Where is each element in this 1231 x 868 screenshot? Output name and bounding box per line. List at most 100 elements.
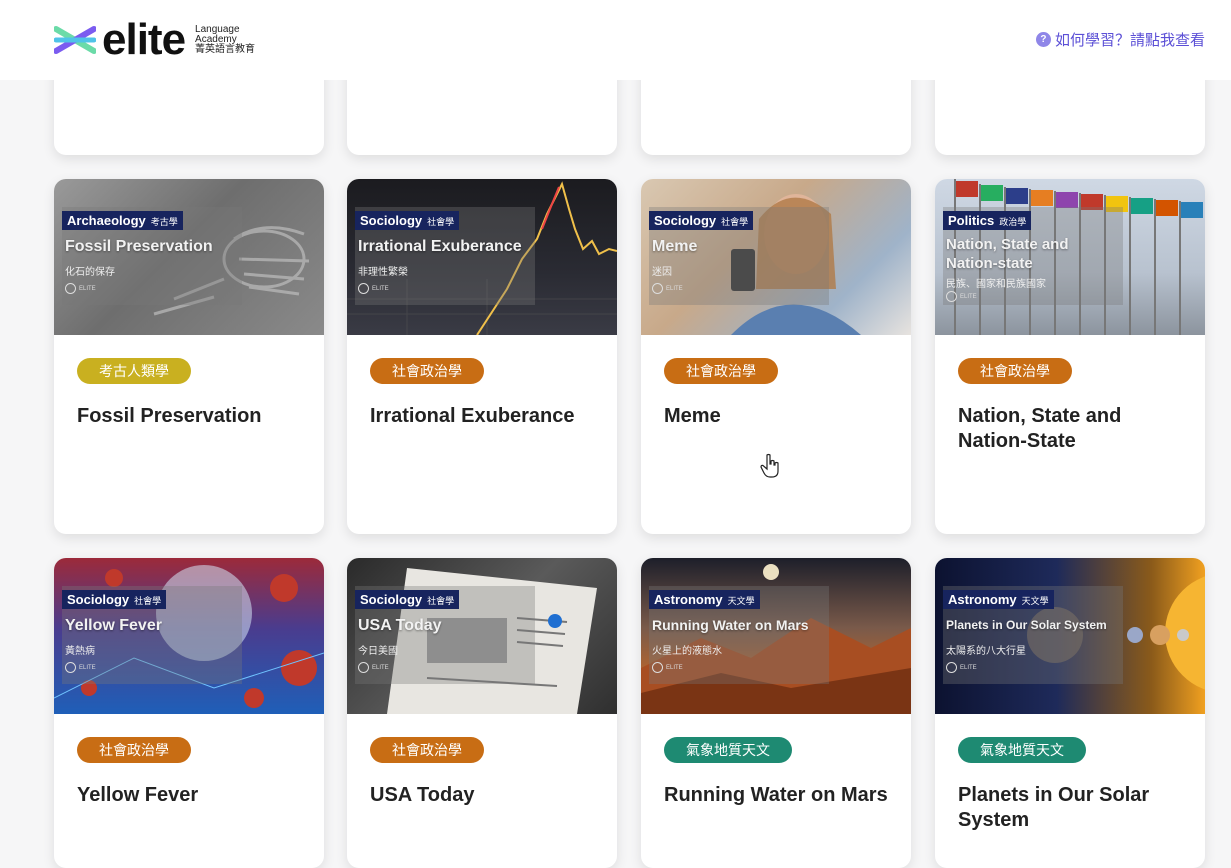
thumbnail-subtitle: 黃熱病 (65, 646, 95, 657)
thumbnail-title: Running Water on Mars (652, 617, 809, 633)
subject-tag-en: Sociology (67, 592, 130, 607)
subject-tag: Sociology 社會學 (355, 211, 460, 230)
subject-tag-en: Sociology (360, 592, 423, 607)
thumbnail-subtitle: 化石的保存 (65, 267, 115, 278)
brand-logo-icon (946, 291, 957, 302)
thumbnail-title: Meme (652, 238, 698, 255)
logo-subtitle: Language Academy 菁英語言教育 (195, 25, 255, 55)
help-link-text: 如何學習？請點我查看 (1054, 32, 1205, 49)
site-header: elite Language Academy 菁英語言教育 ? 如何學習？請點我… (0, 0, 1231, 80)
thumbnail-subtitle: 太陽系的八大行星 (946, 646, 1026, 657)
subject-tag: Sociology 社會學 (355, 590, 460, 609)
thumbnail-brand: ELITE (65, 283, 96, 294)
course-card-irrational-exuberance[interactable]: Sociology 社會學 Irrational Exuberance 非理性繁榮… (347, 179, 617, 534)
subject-tag: Politics 政治學 (943, 211, 1032, 230)
course-thumbnail: Sociology 社會學 Yellow Fever 黃熱病 ELITE (54, 558, 324, 714)
thumbnail-brand: ELITE (652, 662, 683, 673)
card-title[interactable]: Running Water on Mars (664, 783, 894, 808)
subject-tag-zh: 社會學 (721, 217, 749, 227)
subject-tag: Sociology 社會學 (62, 590, 167, 609)
category-pill: 社會政治學 (664, 358, 778, 384)
thumbnail-title: USA Today (358, 617, 442, 634)
thumbnail-brand: ELITE (946, 662, 977, 673)
thumbnail-title: Planets in Our Solar System (946, 618, 1107, 632)
course-card-yellow-fever[interactable]: Sociology 社會學 Yellow Fever 黃熱病 ELITE 社會政治… (54, 558, 324, 868)
card-title[interactable]: Yellow Fever (77, 783, 307, 808)
thumbnail-brand-text: ELITE (960, 664, 977, 671)
thumbnail-brand: ELITE (358, 662, 389, 673)
course-card-running-water-on-mars[interactable]: Astronomy 天文學 Running Water on Mars 火星上的液… (641, 558, 911, 868)
thumbnail-brand-text: ELITE (666, 664, 683, 671)
subject-tag-zh: 政治學 (999, 217, 1027, 227)
subject-tag: Archaeology 考古學 (62, 211, 183, 230)
thumbnail-brand-text: ELITE (372, 664, 389, 671)
thumbnail-brand: ELITE (652, 283, 683, 294)
course-thumbnail: Astronomy 天文學 Running Water on Mars 火星上的液… (641, 558, 911, 714)
thumbnail-brand-text: ELITE (79, 664, 96, 671)
subject-tag-en: Politics (948, 213, 995, 228)
category-pill: 考古人類學 (77, 358, 191, 384)
course-card-nation-state[interactable]: Politics 政治學 Nation, State and Nation-sta… (935, 179, 1205, 534)
thumbnail-title: Fossil Preservation (65, 238, 213, 255)
subject-tag-zh: 社會學 (427, 596, 455, 606)
course-thumbnail: Sociology 社會學 Meme 迷因 ELITE (641, 179, 911, 335)
subject-tag-zh: 考古學 (150, 217, 178, 227)
thumbnail-subtitle: 非理性繁榮 (358, 267, 408, 278)
thumbnail-subtitle: 民族、國家和民族國家 (946, 279, 1046, 290)
subject-tag-en: Archaeology (67, 213, 146, 228)
category-pill: 氣象地質天文 (664, 737, 792, 763)
course-card-planets-solar-system[interactable]: Astronomy 天文學 Planets in Our Solar System… (935, 558, 1205, 868)
thumbnail-subtitle: 今日美國 (358, 646, 398, 657)
subject-tag-en: Astronomy (948, 592, 1017, 607)
subject-tag-zh: 天文學 (1021, 596, 1049, 606)
logo-sub-line-3: 菁英語言教育 (195, 44, 256, 55)
brand-logo-icon (358, 662, 369, 673)
card-title[interactable]: Nation, State and Nation-State (958, 404, 1188, 454)
course-card-fossil-preservation[interactable]: Archaeology 考古學 Fossil Preservation 化石的保存… (54, 179, 324, 534)
question-bubble-icon: ? (1035, 32, 1051, 47)
thumbnail-title: Nation, State and Nation-state (946, 236, 1069, 272)
thumbnail-brand: ELITE (65, 662, 96, 673)
subject-tag-zh: 社會學 (134, 596, 162, 606)
card-title[interactable]: USA Today (370, 783, 600, 808)
category-pill: 社會政治學 (958, 358, 1072, 384)
thumbnail-title: Yellow Fever (65, 617, 162, 634)
subject-tag-en: Astronomy (654, 592, 723, 607)
thumbnail-brand-text: ELITE (666, 285, 683, 292)
thumbnail-brand-text: ELITE (960, 293, 977, 300)
category-pill: 社會政治學 (370, 737, 484, 763)
how-to-learn-link[interactable]: ? 如何學習？請點我查看 (1035, 29, 1205, 50)
subject-tag-zh: 天文學 (727, 596, 755, 606)
card-title[interactable]: Planets in Our Solar System (958, 783, 1188, 833)
thumbnail-subtitle: 火星上的液態水 (652, 646, 722, 657)
brand-logo-icon (65, 662, 76, 673)
thumbnail-brand: ELITE (358, 283, 389, 294)
category-pill: 氣象地質天文 (958, 737, 1086, 763)
thumbnail-subtitle: 迷因 (652, 267, 672, 278)
brand-logo-icon (358, 283, 369, 294)
subject-tag: Astronomy 天文學 (943, 590, 1054, 609)
brand-logo-icon (946, 662, 957, 673)
hand-pointer-icon (760, 453, 779, 478)
course-card-usa-today[interactable]: Sociology 社會學 USA Today 今日美國 ELITE 社會政治學 … (347, 558, 617, 868)
card-title[interactable]: Fossil Preservation (77, 404, 307, 429)
subject-tag-zh: 社會學 (427, 217, 455, 227)
category-pill: 社會政治學 (77, 737, 191, 763)
category-pill: 社會政治學 (370, 358, 484, 384)
thumbnail-title: Irrational Exuberance (358, 238, 522, 255)
elite-logo-icon (54, 26, 96, 54)
course-thumbnail: Sociology 社會學 Irrational Exuberance 非理性繁榮… (347, 179, 617, 335)
course-thumbnail: Sociology 社會學 USA Today 今日美國 ELITE (347, 558, 617, 714)
course-thumbnail: Astronomy 天文學 Planets in Our Solar System… (935, 558, 1205, 714)
brand-logo-icon (652, 662, 663, 673)
thumbnail-brand-text: ELITE (79, 285, 96, 292)
course-card-meme[interactable]: Sociology 社會學 Meme 迷因 ELITE 社會政治學 Meme (641, 179, 911, 534)
subject-tag-en: Sociology (654, 213, 717, 228)
card-title[interactable]: Meme (664, 404, 894, 429)
card-title[interactable]: Irrational Exuberance (370, 404, 600, 429)
logo-wordmark: elite (102, 15, 186, 64)
logo[interactable]: elite Language Academy 菁英語言教育 (54, 15, 255, 64)
subject-tag: Astronomy 天文學 (649, 590, 760, 609)
brand-logo-icon (652, 283, 663, 294)
brand-logo-icon (65, 283, 76, 294)
